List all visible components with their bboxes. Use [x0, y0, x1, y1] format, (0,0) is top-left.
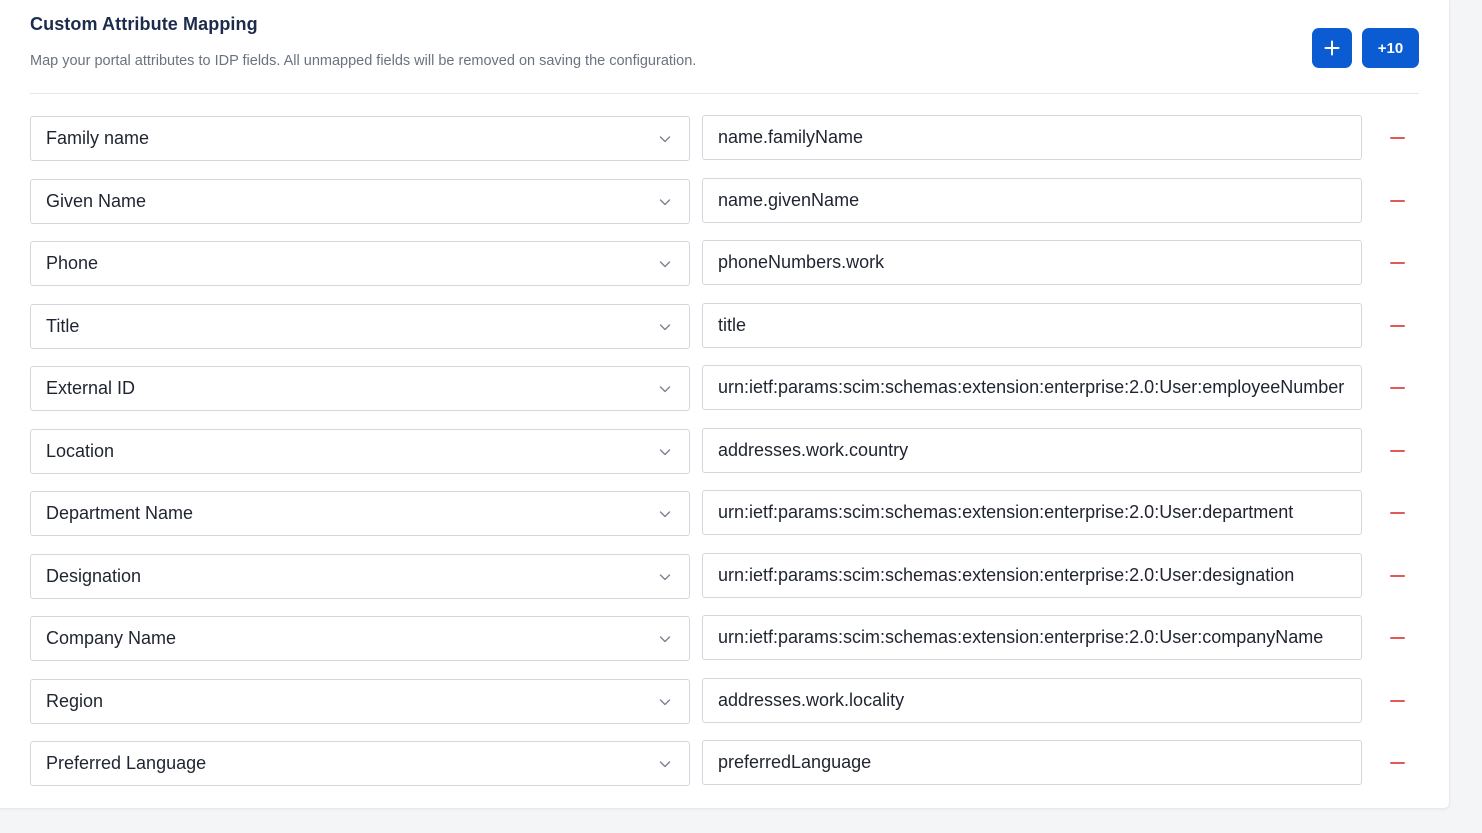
remove-mapping-button[interactable]	[1384, 626, 1410, 650]
chevron-down-icon	[659, 698, 671, 705]
minus-icon	[1389, 199, 1405, 202]
portal-attribute-select[interactable]: External ID	[30, 366, 690, 411]
idp-field-input[interactable]	[702, 240, 1362, 285]
chevron-down-icon	[659, 448, 671, 455]
mapping-row: Phone	[30, 240, 1419, 286]
mapping-row: Title	[30, 302, 1419, 349]
add-mapping-button[interactable]	[1312, 28, 1352, 68]
remove-mapping-button[interactable]	[1384, 564, 1410, 588]
idp-field-input[interactable]	[702, 302, 1362, 348]
minus-icon	[1389, 262, 1405, 264]
chevron-down-icon	[659, 261, 671, 268]
minus-icon	[1389, 512, 1405, 514]
portal-attribute-value: Title	[46, 315, 80, 336]
idp-field-input[interactable]	[702, 365, 1362, 410]
portal-attribute-select[interactable]: Location	[30, 428, 690, 474]
mapping-list: Family name Given Name Phone	[30, 115, 1419, 803]
portal-attribute-select[interactable]: Given Name	[30, 178, 690, 224]
remove-mapping-button[interactable]	[1384, 189, 1410, 213]
mapping-row: Department Name	[30, 490, 1419, 536]
chevron-down-icon	[659, 198, 671, 205]
minus-icon	[1389, 387, 1405, 389]
remove-mapping-button[interactable]	[1384, 251, 1410, 275]
remove-mapping-button[interactable]	[1384, 314, 1410, 338]
remove-mapping-button[interactable]	[1384, 376, 1410, 400]
idp-field-input[interactable]	[702, 490, 1362, 535]
portal-attribute-select[interactable]: Preferred Language	[30, 741, 690, 786]
mapping-row: Given Name	[30, 177, 1419, 224]
portal-attribute-value: Region	[46, 690, 104, 711]
mapping-row: Region	[30, 677, 1419, 724]
page-title: Custom Attribute Mapping	[30, 14, 258, 34]
minus-icon	[1389, 574, 1405, 577]
remove-mapping-button[interactable]	[1384, 439, 1410, 463]
remove-mapping-button[interactable]	[1384, 501, 1410, 525]
portal-attribute-value: Department Name	[46, 503, 194, 523]
portal-attribute-value: Phone	[46, 253, 99, 273]
minus-icon	[1389, 137, 1405, 139]
minus-icon	[1389, 449, 1405, 452]
idp-field-input[interactable]	[702, 677, 1362, 723]
portal-attribute-value: Company Name	[46, 628, 177, 648]
portal-attribute-value: Designation	[46, 565, 142, 586]
minus-icon	[1389, 699, 1405, 702]
minus-icon	[1389, 762, 1405, 764]
chevron-down-icon	[659, 511, 671, 518]
chevron-down-icon	[659, 573, 671, 580]
minus-icon	[1389, 637, 1405, 639]
portal-attribute-value: Preferred Language	[46, 753, 207, 773]
card-header: Custom Attribute Mapping Map your portal…	[30, 0, 1419, 94]
portal-attribute-select[interactable]: Family name	[30, 116, 690, 161]
idp-field-input[interactable]	[702, 427, 1362, 473]
page-subtitle: Map your portal attributes to IDP fields…	[30, 53, 697, 69]
portal-attribute-select[interactable]: Phone	[30, 241, 690, 286]
portal-attribute-select[interactable]: Title	[30, 303, 690, 349]
idp-field-input[interactable]	[702, 740, 1362, 785]
portal-attribute-select[interactable]: Region	[30, 678, 690, 724]
chevron-down-icon	[659, 136, 671, 143]
portal-attribute-value: Given Name	[46, 190, 147, 211]
mapping-row: Location	[30, 427, 1419, 474]
idp-field-input[interactable]	[702, 615, 1362, 660]
remove-mapping-button[interactable]	[1384, 689, 1410, 713]
remove-mapping-button[interactable]	[1384, 751, 1410, 775]
idp-field-input[interactable]	[702, 552, 1362, 598]
idp-field-input[interactable]	[702, 115, 1362, 160]
plus-icon	[1324, 40, 1340, 56]
chevron-down-icon	[659, 386, 671, 393]
portal-attribute-value: Location	[46, 440, 115, 461]
mapping-row: Company Name	[30, 615, 1419, 661]
mapping-row: Designation	[30, 552, 1419, 599]
mapping-row: External ID	[30, 365, 1419, 411]
add-ten-mappings-button[interactable]: +10	[1362, 28, 1419, 68]
mapping-row: Preferred Language	[30, 740, 1419, 786]
minus-icon	[1389, 324, 1405, 327]
attribute-mapping-card: Custom Attribute Mapping Map your portal…	[0, 0, 1450, 809]
chevron-down-icon	[659, 636, 671, 643]
portal-attribute-select[interactable]: Department Name	[30, 491, 690, 536]
mapping-row: Family name	[30, 115, 1419, 161]
portal-attribute-value: Family name	[46, 128, 150, 148]
idp-field-input[interactable]	[702, 177, 1362, 223]
chevron-down-icon	[659, 323, 671, 330]
portal-attribute-select[interactable]: Company Name	[30, 616, 690, 661]
portal-attribute-select[interactable]: Designation	[30, 553, 690, 599]
portal-attribute-value: External ID	[46, 378, 136, 398]
remove-mapping-button[interactable]	[1384, 126, 1410, 150]
chevron-down-icon	[659, 761, 671, 768]
